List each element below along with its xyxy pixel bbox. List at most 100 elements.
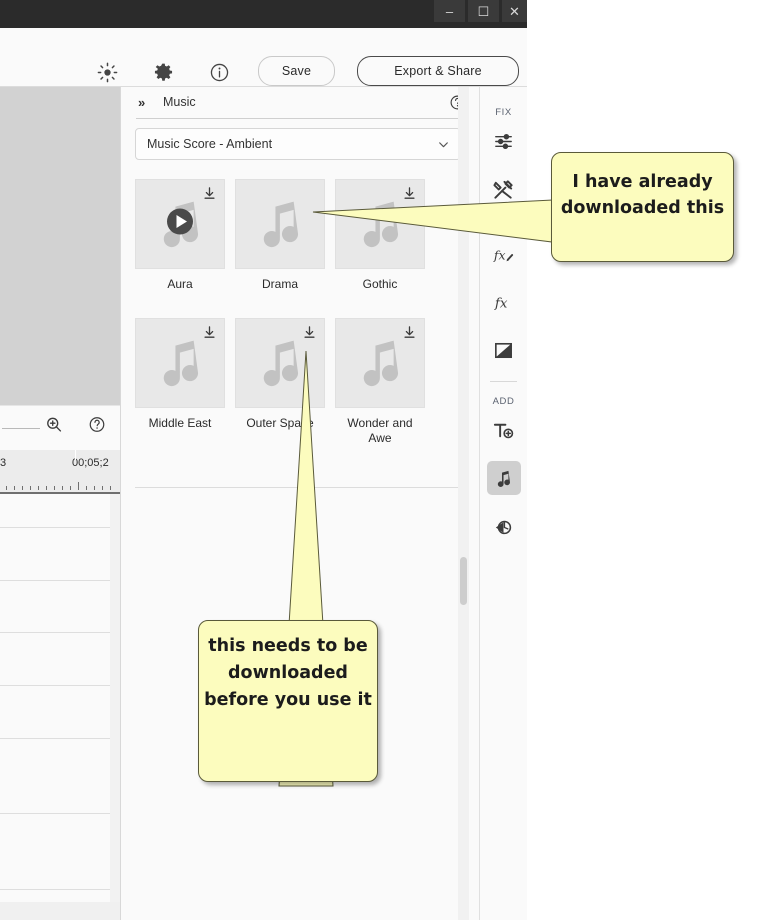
music-item-label: Outer Space — [246, 416, 314, 430]
minimize-icon: – — [445, 3, 454, 19]
music-item-thumbnail[interactable] — [335, 179, 425, 269]
close-button[interactable]: ✕ — [502, 0, 527, 22]
music-item[interactable]: Middle East — [135, 318, 225, 446]
zoom-slider[interactable] — [2, 428, 40, 429]
download-icon[interactable] — [302, 325, 317, 345]
timeline-footer — [0, 902, 121, 920]
ruler-tick — [38, 486, 39, 490]
rail-group-label-edit: EDIT — [491, 220, 516, 231]
music-panel-header: » Music — [121, 87, 479, 119]
right-tool-rail: FIX EDIT fx fx ADD — [480, 87, 527, 920]
timeline-ruler[interactable] — [0, 478, 121, 494]
adjustments-sliders-icon[interactable] — [487, 124, 521, 158]
preview-monitor[interactable] — [0, 87, 121, 405]
ruler-tick — [6, 486, 7, 490]
ruler-tick — [94, 486, 95, 490]
music-panel-scrollbar[interactable] — [458, 87, 469, 920]
chevron-down-icon — [437, 138, 450, 156]
ruler-tick — [78, 482, 79, 490]
sun-icon[interactable] — [92, 57, 122, 87]
music-panel-scrollbar-thumb[interactable] — [460, 557, 467, 605]
timeline-help-icon[interactable] — [88, 416, 106, 439]
export-share-button[interactable]: Export & Share — [357, 56, 519, 86]
info-icon[interactable] — [204, 57, 234, 87]
title-bar: – ☐ ✕ — [0, 0, 527, 28]
music-item-thumbnail[interactable] — [235, 179, 325, 269]
timeline-track-row[interactable] — [0, 581, 110, 633]
panel-title: Music — [163, 95, 196, 109]
music-note-icon[interactable] — [486, 461, 521, 495]
ruler-tick — [110, 486, 111, 490]
music-note-icon — [254, 336, 306, 393]
music-item[interactable]: Drama — [235, 179, 325, 292]
music-note-icon — [254, 197, 306, 254]
color-gradient-icon[interactable] — [487, 333, 521, 367]
music-item-label: Aura — [167, 277, 193, 291]
timeline-track-row[interactable] — [0, 633, 110, 686]
rail-group-label-add: ADD — [492, 396, 515, 407]
play-icon[interactable] — [164, 206, 196, 243]
music-item-thumbnail[interactable] — [335, 318, 425, 408]
fx-effects-icon[interactable]: fx — [487, 285, 521, 319]
svg-text:fx: fx — [493, 247, 506, 262]
download-icon[interactable] — [202, 186, 217, 206]
ruler-tick — [86, 486, 87, 490]
ruler-tick — [14, 486, 15, 490]
maximize-button[interactable]: ☐ — [468, 0, 499, 22]
zoom-in-icon[interactable] — [45, 416, 63, 439]
panel-header-rule — [136, 118, 464, 119]
music-item-label: Drama — [261, 277, 298, 291]
maximize-icon: ☐ — [477, 3, 490, 19]
rail-divider — [490, 381, 517, 382]
ruler-tick — [62, 486, 63, 490]
playhead-marker[interactable] — [75, 450, 76, 460]
rail-group-label-fix: FIX — [495, 107, 512, 118]
music-item[interactable]: Outer Space — [235, 318, 325, 446]
timeline-track-row[interactable] — [0, 686, 110, 739]
fx-transitions-icon[interactable]: fx — [487, 237, 521, 271]
music-items-grid: Aura Drama Gothic Middle East Outer Space Won… — [135, 179, 459, 472]
double-chevron-right-icon[interactable]: » — [138, 95, 145, 110]
download-icon[interactable] — [402, 325, 417, 345]
music-item[interactable]: Wonder and Awe — [335, 318, 425, 446]
grid-divider — [135, 487, 459, 488]
music-panel: » Music Music Score - Ambient Aura Drama G… — [121, 87, 480, 920]
narration-icon[interactable] — [487, 509, 521, 543]
ruler-tick — [102, 486, 103, 490]
music-item-label: Gothic — [362, 277, 398, 291]
music-item[interactable]: Gothic — [335, 179, 425, 292]
application-window: – ☐ ✕ Save Export & Share 3 00;05;2 » Mu… — [0, 0, 527, 920]
music-item-thumbnail[interactable] — [135, 318, 225, 408]
timecode-current: 00;05;2 — [72, 457, 109, 469]
timeline-track-row[interactable] — [0, 739, 110, 814]
timeline-tracks[interactable] — [0, 494, 110, 902]
top-toolbar: Save Export & Share — [0, 28, 527, 87]
save-button-label: Save — [281, 64, 312, 78]
music-item-thumbnail[interactable] — [135, 179, 225, 269]
music-category-select[interactable]: Music Score - Ambient — [135, 128, 461, 160]
music-category-selected-value: Music Score - Ambient — [147, 137, 273, 151]
ruler-tick — [22, 486, 23, 490]
timeline-track-row[interactable] — [0, 814, 110, 890]
add-text-icon[interactable] — [487, 413, 521, 447]
timeline-track-row[interactable] — [0, 528, 110, 581]
music-note-icon — [354, 197, 406, 254]
save-button[interactable]: Save — [258, 56, 335, 86]
gear-icon[interactable] — [148, 57, 178, 87]
music-item[interactable]: Aura — [135, 179, 225, 292]
callout-note-downloaded: I have already downloaded this — [551, 152, 734, 262]
music-item-thumbnail[interactable] — [235, 318, 325, 408]
music-note-icon — [154, 336, 206, 393]
timeline-track-row[interactable] — [0, 494, 110, 528]
export-share-button-label: Export & Share — [394, 64, 482, 78]
download-icon[interactable] — [402, 186, 417, 206]
tools-hammer-wrench-icon[interactable] — [487, 172, 521, 206]
download-icon[interactable] — [202, 325, 217, 345]
timeline-zoom-toolbar — [0, 406, 121, 451]
ruler-tick — [54, 486, 55, 490]
close-icon: ✕ — [509, 3, 520, 19]
minimize-button[interactable]: – — [434, 0, 465, 22]
timecode-bar: 3 00;05;2 — [0, 450, 121, 478]
svg-text:fx: fx — [494, 296, 508, 311]
music-note-icon — [354, 336, 406, 393]
